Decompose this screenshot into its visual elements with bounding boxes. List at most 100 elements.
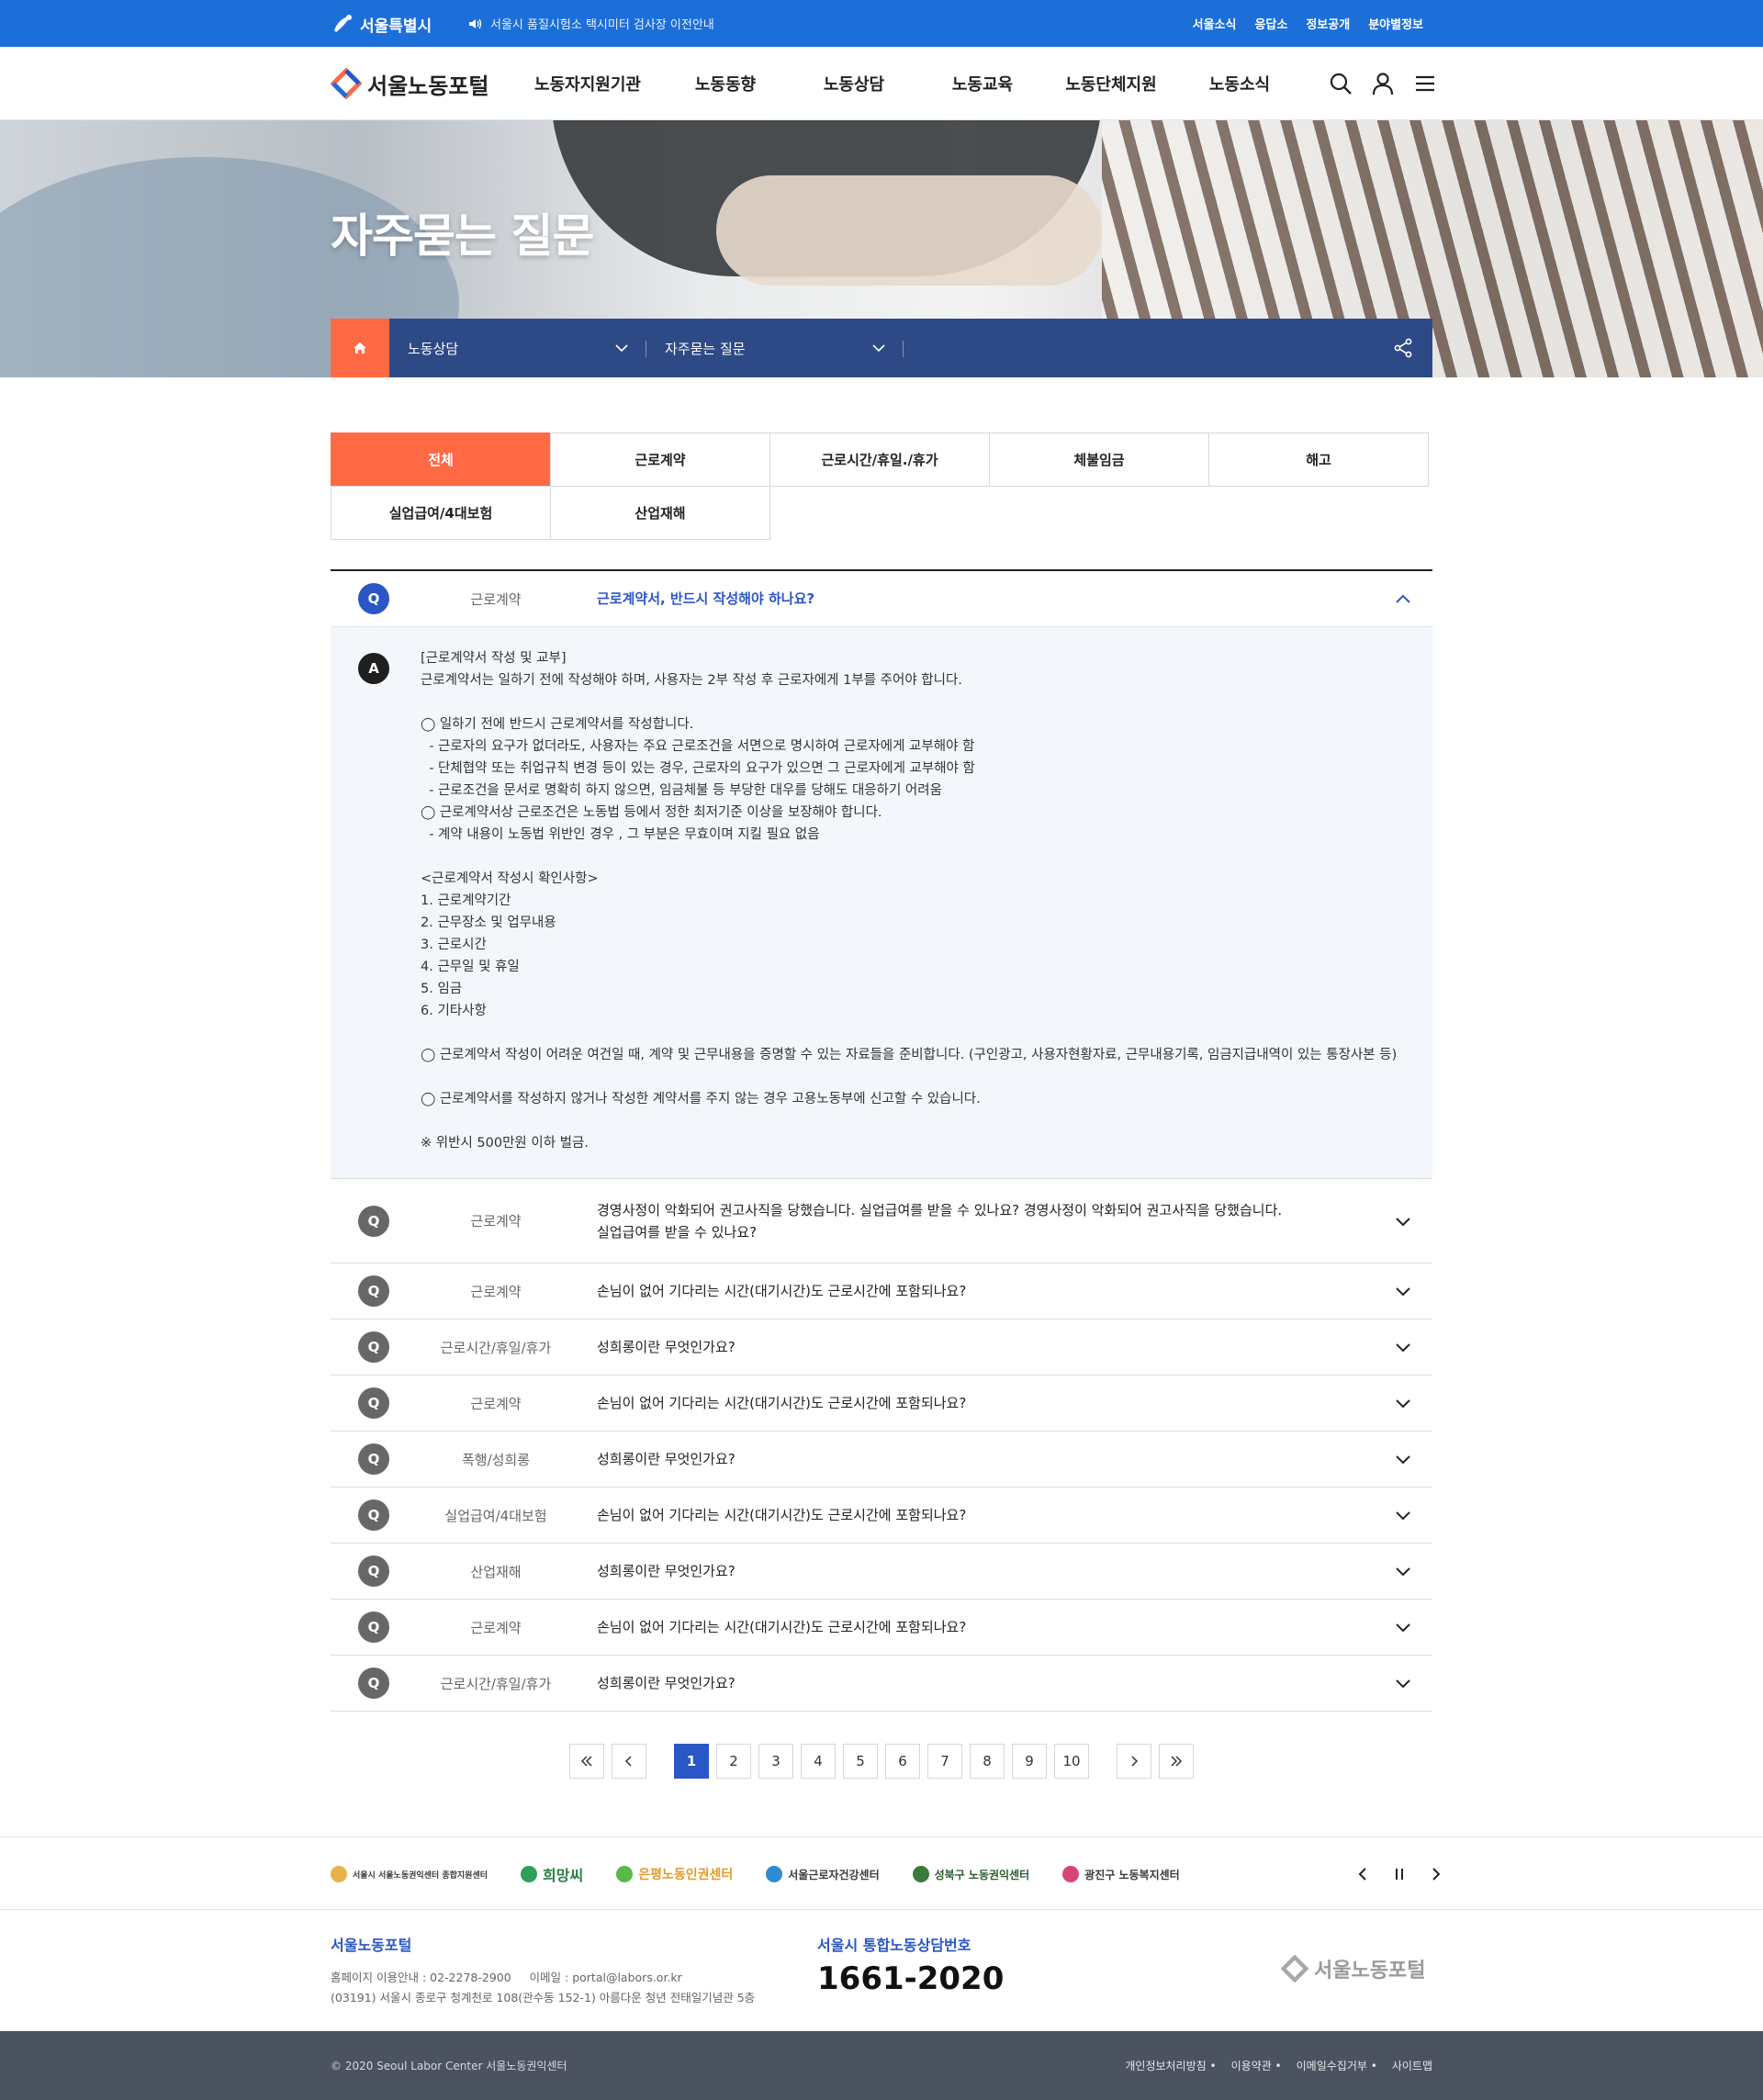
chevron-up-icon[interactable]: [1392, 588, 1414, 610]
page-number[interactable]: 1: [674, 1744, 709, 1779]
breadcrumb-depth1-select[interactable]: 노동상담: [389, 319, 646, 377]
answer-line: - 계약 내용이 노동법 위반인 경우 , 그 부분은 무효이며 지킬 필요 없…: [421, 827, 820, 842]
faq-question-row[interactable]: Q 근로시간/휴일/휴가 성희롱이란 무엇인가요?: [331, 1656, 1432, 1711]
tab-unemployment-insurance[interactable]: 실업급여/4대보험: [331, 486, 551, 540]
chevron-down-icon[interactable]: [1392, 1210, 1414, 1232]
nav-labor-trends[interactable]: 노동동향: [661, 47, 790, 120]
menu-icon[interactable]: [1412, 71, 1438, 96]
chevron-down-icon[interactable]: [1392, 1392, 1414, 1414]
chevron-down-icon: [872, 344, 885, 353]
last-page-button[interactable]: [1159, 1744, 1194, 1779]
nav-labor-education[interactable]: 노동교육: [918, 47, 1047, 120]
tab-industrial-accident[interactable]: 산업재해: [550, 486, 770, 540]
prev-page-button[interactable]: [612, 1744, 646, 1779]
terms-link[interactable]: 이용약관 •: [1231, 2058, 1282, 2073]
faq-question-row[interactable]: Q 산업재해 성희롱이란 무엇인가요?: [331, 1544, 1432, 1599]
notice-text: 서울시 품질시험소 택시미터 검사장 이전안내: [490, 18, 714, 32]
header-tools: [1328, 71, 1438, 96]
answer-body: [근로계약서 작성 및 교부] 근로계약서는 일하기 전에 작성해야 하며, 사용…: [421, 647, 1412, 1154]
footer-site-name: 서울노동포털: [331, 1937, 412, 1954]
family-site-link[interactable]: 서울시 서울노동권익센터 종합지원센터: [331, 1866, 488, 1882]
page-number[interactable]: 3: [758, 1744, 793, 1779]
nav-labor-support-agencies[interactable]: 노동자지원기관: [514, 47, 661, 120]
hotline-title: 서울시 통합노동상담번호: [817, 1937, 971, 1954]
user-icon[interactable]: [1370, 71, 1396, 96]
chevron-down-icon[interactable]: [1392, 1672, 1414, 1694]
faq-question-row[interactable]: Q 근로계약 근로계약서, 반드시 작성해야 하나요?: [331, 571, 1432, 626]
util-link-news[interactable]: 서울소식: [1193, 15, 1237, 32]
chevron-down-icon[interactable]: [1392, 1336, 1414, 1358]
breadcrumb-depth1-label: 노동상담: [408, 340, 459, 357]
answer-line: ◯ 일하기 전에 반드시 근로계약서를 작성합니다.: [421, 717, 694, 732]
util-link-field-info[interactable]: 분야별정보: [1368, 15, 1423, 32]
breadcrumb-depth2-select[interactable]: 자주묻는 질문: [646, 319, 904, 377]
next-page-button[interactable]: [1117, 1744, 1151, 1779]
faq-question-row[interactable]: Q 근로시간/휴일/휴가 성희롱이란 무엇인가요?: [331, 1320, 1432, 1375]
question-badge: Q: [358, 1331, 389, 1363]
page-number[interactable]: 6: [885, 1744, 920, 1779]
question-category: 실업급여/4대보험: [444, 1507, 547, 1524]
faq-item: Q 근로시간/휴일/휴가 성희롱이란 무엇인가요?: [331, 1656, 1432, 1712]
chevron-down-icon[interactable]: [1392, 1616, 1414, 1638]
family-site-link[interactable]: 은평노동인권센터: [616, 1865, 733, 1883]
family-site-link[interactable]: 희망씨: [521, 1863, 583, 1885]
question-text: 성희롱이란 무엇인가요?: [597, 1563, 736, 1579]
page-number[interactable]: 10: [1054, 1744, 1089, 1779]
chevron-down-icon[interactable]: [1392, 1280, 1414, 1302]
chevron-down-icon[interactable]: [1392, 1504, 1414, 1526]
question-category: 근로시간/휴일/휴가: [440, 1675, 552, 1692]
chevron-right-icon: [1432, 1868, 1441, 1881]
question-badge: Q: [358, 1205, 389, 1237]
page-number[interactable]: 4: [801, 1744, 836, 1779]
first-page-button[interactable]: [569, 1744, 604, 1779]
answer-line: [421, 1110, 1412, 1132]
family-site-link[interactable]: 서울근로자건강센터: [766, 1866, 880, 1882]
sitemap-link[interactable]: 사이트맵: [1392, 2058, 1432, 2073]
family-site-link[interactable]: 광진구 노동복지센터: [1062, 1866, 1180, 1882]
email-refusal-link[interactable]: 이메일수집거부 •: [1297, 2058, 1377, 2073]
util-link-eungdapso[interactable]: 응답소: [1254, 15, 1287, 32]
question-category: 근로시간/휴일/휴가: [440, 1339, 552, 1356]
seoul-city-label: 서울특별시: [360, 17, 432, 36]
tab-dismissal[interactable]: 해고: [1208, 432, 1429, 487]
page-number[interactable]: 5: [843, 1744, 878, 1779]
faq-question-row[interactable]: Q 근로계약 경영사정이 악화되어 권고사직을 당했습니다. 실업급여를 받을 수 …: [331, 1179, 1432, 1263]
slider-pause-button[interactable]: [1387, 1861, 1412, 1887]
slider-prev-button[interactable]: [1350, 1861, 1376, 1887]
faq-answer: A [근로계약서 작성 및 교부] 근로계약서는 일하기 전에 작성해야 하며, …: [331, 626, 1432, 1178]
faq-question-row[interactable]: Q 실업급여/4대보험 손님이 없어 기다리는 시간(대기시간)도 근로시간에 포함…: [331, 1488, 1432, 1543]
site-logo[interactable]: 서울노동포털: [331, 65, 488, 102]
slider-next-button[interactable]: [1423, 1861, 1449, 1887]
question-category: 근로계약: [470, 1395, 522, 1412]
faq-question-row[interactable]: Q 근로계약 손님이 없어 기다리는 시간(대기시간)도 근로시간에 포함되나요?: [331, 1263, 1432, 1319]
notice-ticker[interactable]: 서울시 품질시험소 택시미터 검사장 이전안내: [468, 0, 714, 47]
home-button[interactable]: [331, 319, 389, 377]
page-number[interactable]: 2: [716, 1744, 751, 1779]
question-category: 근로계약: [470, 1213, 522, 1230]
nav-labor-group-support[interactable]: 노동단체지원: [1047, 47, 1175, 120]
share-button[interactable]: [1374, 319, 1432, 377]
tab-labor-contract[interactable]: 근로계약: [550, 432, 770, 487]
banner-photo-shape: [716, 175, 1102, 286]
page-number[interactable]: 8: [970, 1744, 1005, 1779]
privacy-policy-link[interactable]: 개인정보처리방침 •: [1125, 2058, 1216, 2073]
faq-question-row[interactable]: Q 근로계약 손님이 없어 기다리는 시간(대기시간)도 근로시간에 포함되나요?: [331, 1600, 1432, 1655]
page-number[interactable]: 7: [927, 1744, 962, 1779]
tab-working-hours[interactable]: 근로시간/휴일./휴가: [769, 432, 990, 487]
tab-all[interactable]: 전체: [331, 432, 551, 487]
tab-unpaid-wages[interactable]: 체불임금: [989, 432, 1209, 487]
nav-labor-news[interactable]: 노동소식: [1175, 47, 1304, 120]
pagination: 1 2 3 4 5 6 7 8 9 10: [0, 1744, 1763, 1779]
page-number[interactable]: 9: [1012, 1744, 1047, 1779]
search-icon[interactable]: [1328, 71, 1353, 96]
util-link-info-disclosure[interactable]: 정보공개: [1306, 15, 1350, 32]
chevron-down-icon[interactable]: [1392, 1560, 1414, 1582]
site-header: 서울노동포털 노동자지원기관 노동동향 노동상담 노동교육 노동단체지원 노동소…: [0, 47, 1763, 120]
seoul-city-logo[interactable]: 서울특별시: [331, 11, 432, 37]
faq-question-row[interactable]: Q 근로계약 손님이 없어 기다리는 시간(대기시간)도 근로시간에 포함되나요?: [331, 1376, 1432, 1431]
chevron-down-icon[interactable]: [1392, 1448, 1414, 1470]
org-name: 서울근로자건강센터: [788, 1868, 880, 1881]
family-site-link[interactable]: 성북구 노동권익센터: [912, 1866, 1029, 1882]
faq-question-row[interactable]: Q 폭행/성희롱 성희롱이란 무엇인가요?: [331, 1432, 1432, 1487]
nav-labor-consulting[interactable]: 노동상담: [790, 47, 918, 120]
